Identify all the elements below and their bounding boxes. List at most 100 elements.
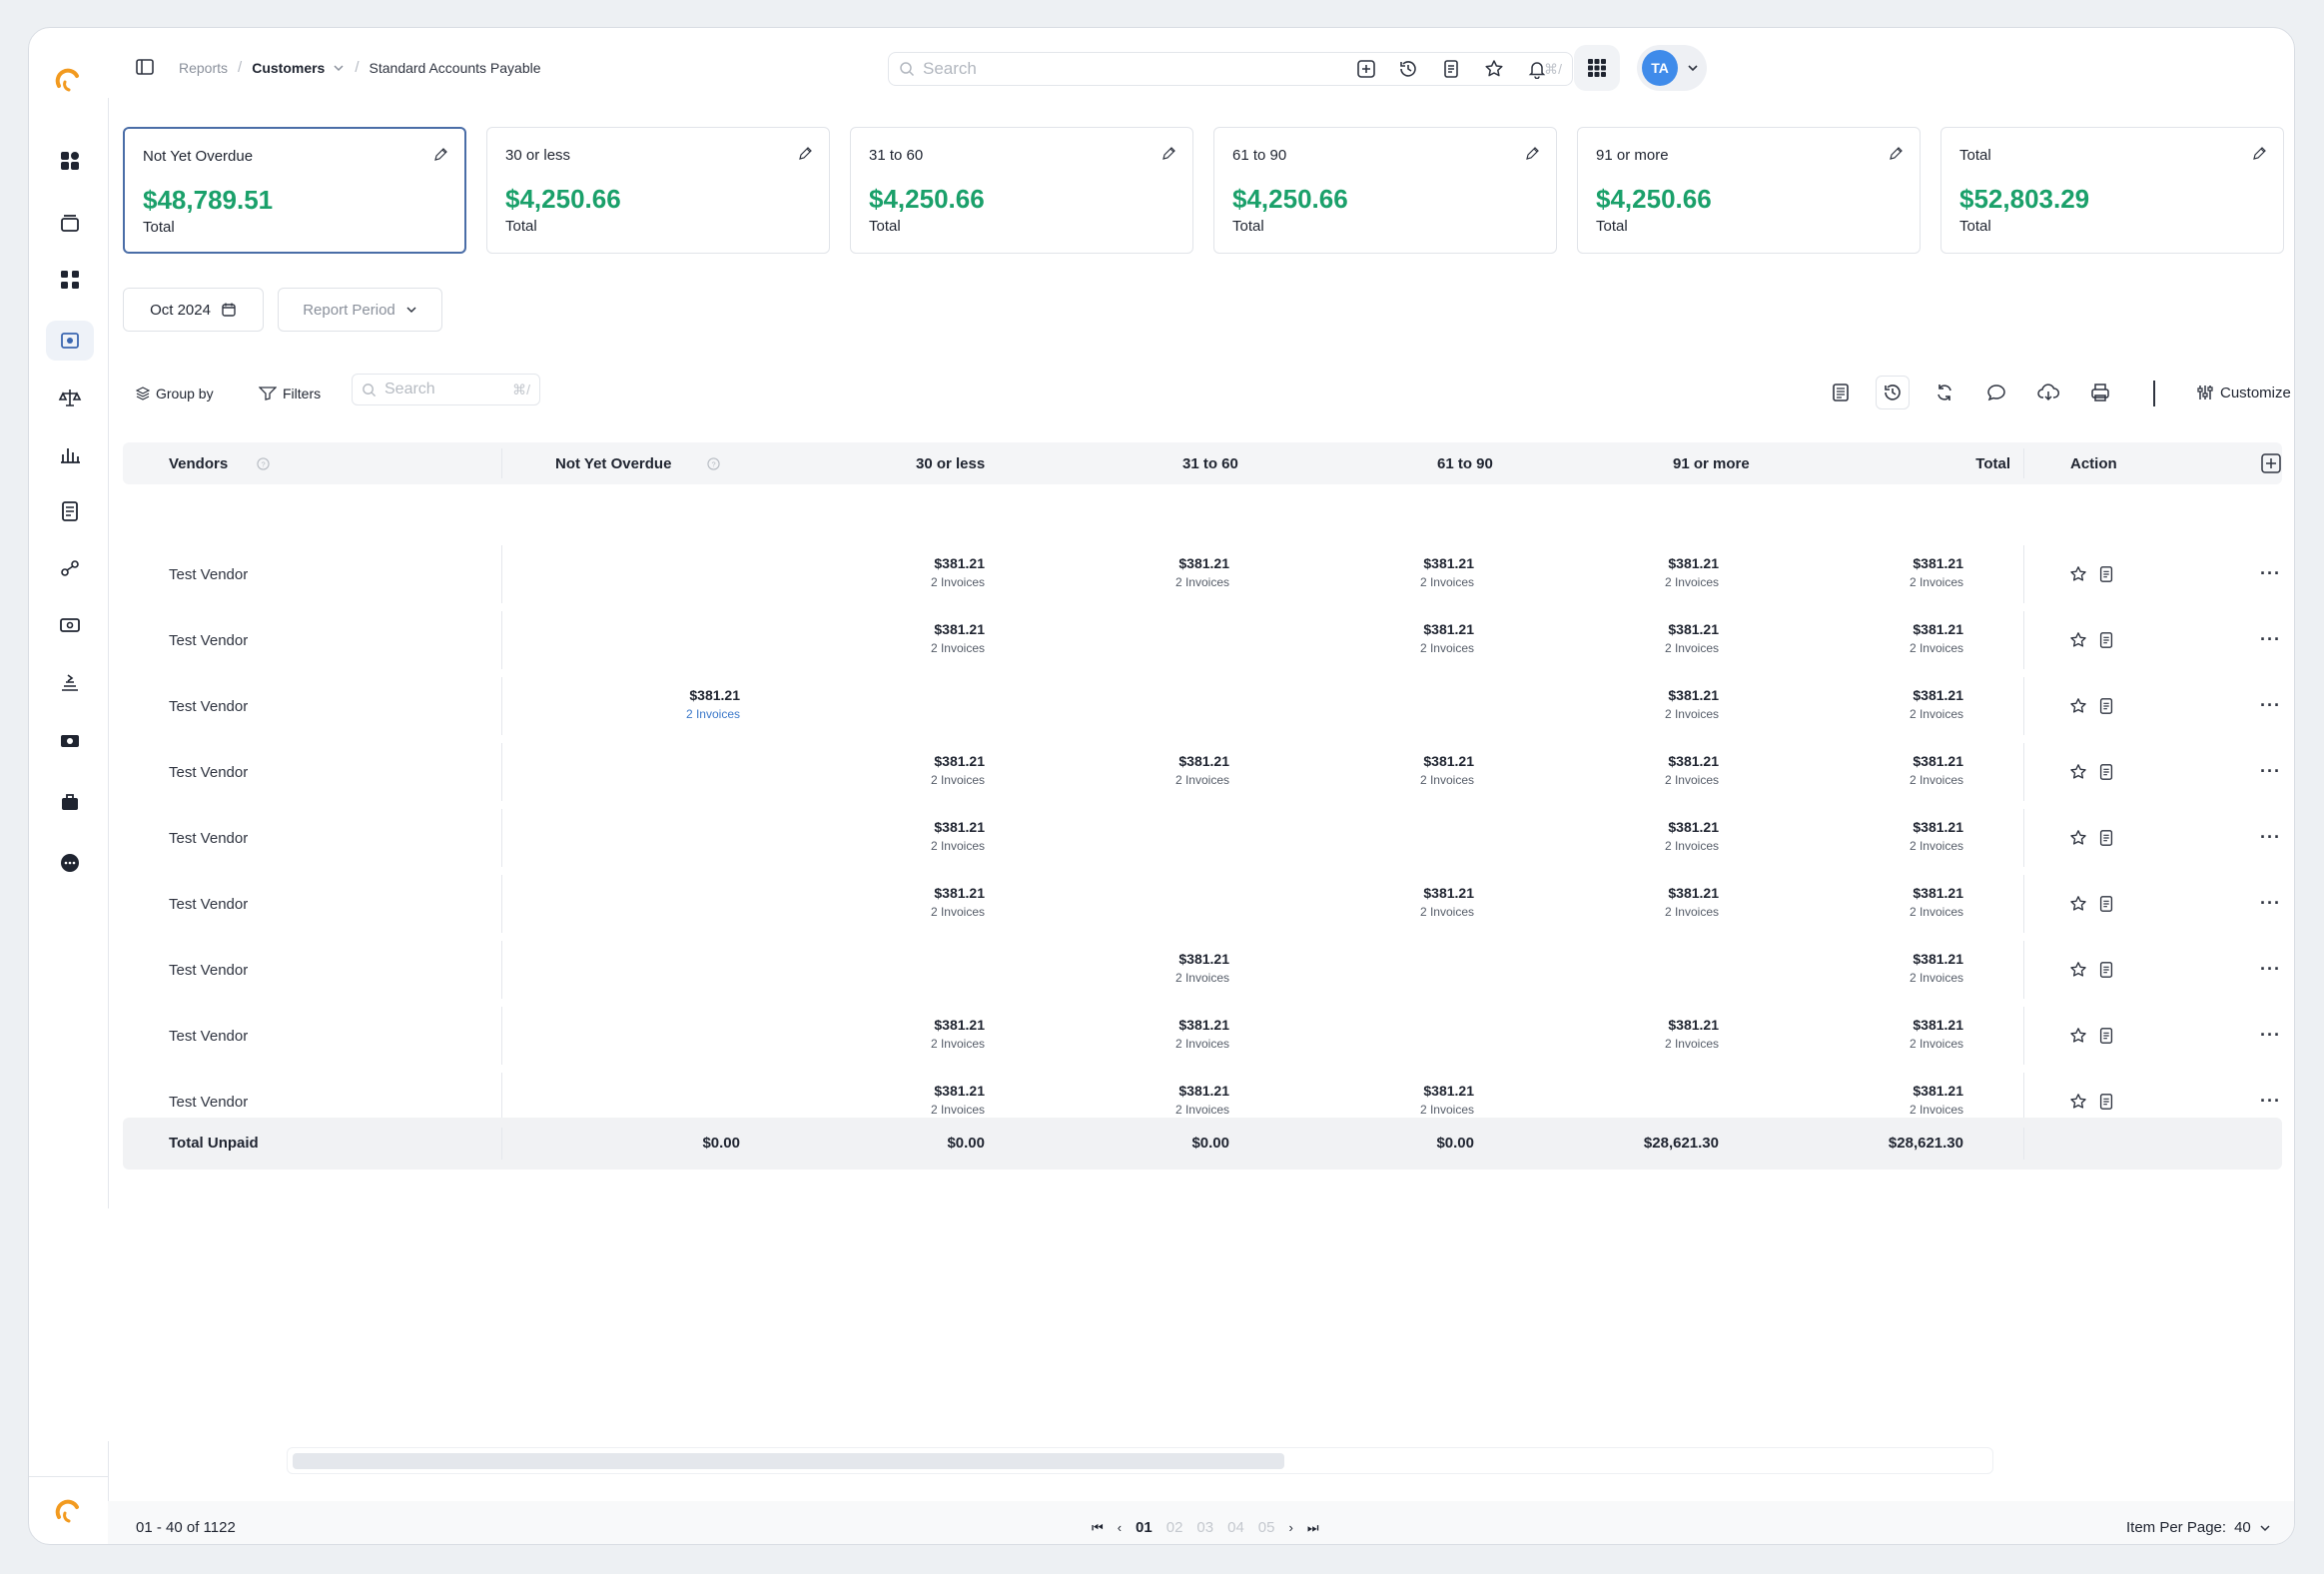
- col-vendors[interactable]: Vendors: [169, 455, 228, 472]
- sidebar-toggle-icon[interactable]: [136, 59, 154, 75]
- document-icon[interactable]: [2097, 1093, 2115, 1111]
- vendor-name[interactable]: Test Vendor: [169, 1028, 248, 1045]
- vendor-name[interactable]: Test Vendor: [169, 1094, 248, 1111]
- document-icon[interactable]: [2097, 895, 2115, 913]
- global-search-input[interactable]: Search ⌘/: [888, 52, 1573, 86]
- summary-card-total[interactable]: Total $52,803.29 Total: [1940, 127, 2284, 254]
- aging-cell[interactable]: $381.21 2 Invoices: [1420, 885, 1474, 919]
- document-icon[interactable]: [1438, 56, 1464, 82]
- document-icon[interactable]: [2097, 1027, 2115, 1045]
- help-icon[interactable]: ?: [707, 457, 720, 470]
- aging-cell[interactable]: $381.21 2 Invoices: [1665, 885, 1719, 919]
- pencil-icon[interactable]: [1524, 146, 1540, 162]
- last-page-icon[interactable]: ⏭: [1307, 1520, 1319, 1536]
- comment-icon[interactable]: [1979, 376, 2013, 409]
- payments-icon[interactable]: [46, 605, 94, 645]
- document-icon[interactable]: [2097, 697, 2115, 715]
- chevron-down-icon[interactable]: [333, 64, 345, 72]
- table-row[interactable]: Test Vendor $381.21 2 Invoices $381.21 2 Inv…: [123, 937, 2282, 1003]
- star-icon[interactable]: [2069, 565, 2087, 583]
- workflow-icon[interactable]: [46, 548, 94, 588]
- pencil-icon[interactable]: [1161, 146, 1176, 162]
- aging-cell[interactable]: $381.21 2 Invoices: [1175, 1083, 1229, 1117]
- pencil-icon[interactable]: [1888, 146, 1904, 162]
- table-row[interactable]: Test Vendor $381.21 2 Invoices $381.21 2 Inv…: [123, 673, 2282, 739]
- refresh-icon[interactable]: [1928, 376, 1961, 409]
- col-61-to-90[interactable]: 61 to 90: [1437, 455, 1493, 472]
- more-actions-icon[interactable]: ···: [2260, 629, 2281, 650]
- breadcrumb-reports[interactable]: Reports: [179, 60, 228, 76]
- star-icon[interactable]: [2069, 1093, 2087, 1111]
- app-logo-bottom[interactable]: [55, 1499, 83, 1527]
- aging-cell[interactable]: $381.21 2 Invoices: [1665, 621, 1719, 655]
- page-05[interactable]: 05: [1258, 1519, 1275, 1536]
- ledger-icon[interactable]: [46, 491, 94, 531]
- aging-cell[interactable]: $381.21 2 Invoices: [1665, 753, 1719, 787]
- apps-grid-icon[interactable]: [46, 260, 94, 300]
- aging-cell[interactable]: $381.21 2 Invoices: [1665, 555, 1719, 589]
- dashboard-icon[interactable]: [46, 141, 94, 181]
- aging-cell[interactable]: $381.21 2 Invoices: [686, 687, 740, 721]
- star-icon[interactable]: [2069, 829, 2087, 847]
- scrollbar-thumb[interactable]: [293, 1453, 1284, 1469]
- star-icon[interactable]: [2069, 763, 2087, 781]
- table-row[interactable]: Test Vendor $381.21 2 Invoices $381.21 2 Inv…: [123, 607, 2282, 673]
- document-icon[interactable]: [2097, 565, 2115, 583]
- report-period-select[interactable]: Report Period: [278, 288, 442, 332]
- pencil-icon[interactable]: [797, 146, 813, 162]
- summary-card-not-yet-overdue[interactable]: Not Yet Overdue $48,789.51 Total: [123, 127, 466, 254]
- col-91-or-more[interactable]: 91 or more: [1673, 455, 1750, 472]
- payroll-icon[interactable]: [46, 662, 94, 702]
- breadcrumb-customers[interactable]: Customers: [252, 60, 325, 76]
- table-row[interactable]: Test Vendor $381.21 2 Invoices $381.21 2 Inv…: [123, 739, 2282, 805]
- aging-cell[interactable]: $381.21 2 Invoices: [1420, 621, 1474, 655]
- report-view-icon[interactable]: [1824, 376, 1858, 409]
- pencil-icon[interactable]: [432, 147, 448, 163]
- cloud-download-icon[interactable]: [2031, 376, 2065, 409]
- date-picker[interactable]: Oct 2024: [123, 288, 264, 332]
- customize-button[interactable]: Customize: [2196, 384, 2291, 401]
- page-04[interactable]: 04: [1227, 1519, 1244, 1536]
- more-actions-icon[interactable]: ···: [2260, 563, 2281, 584]
- aging-cell[interactable]: $381.21 2 Invoices: [1910, 1083, 1963, 1117]
- first-page-icon[interactable]: ⏮: [1092, 1520, 1104, 1536]
- document-icon[interactable]: [2097, 829, 2115, 847]
- items-per-page[interactable]: Item Per Page: 40: [2126, 1519, 2271, 1536]
- col-30-or-less[interactable]: 30 or less: [916, 455, 985, 472]
- aging-cell[interactable]: $381.21 2 Invoices: [931, 885, 985, 919]
- bar-chart-icon[interactable]: [46, 434, 94, 474]
- more-actions-icon[interactable]: ···: [2260, 761, 2281, 782]
- table-row[interactable]: Test Vendor $381.21 2 Invoices $381.21 2 Inv…: [123, 1003, 2282, 1069]
- prev-page-icon[interactable]: ‹: [1118, 1520, 1122, 1535]
- aging-cell[interactable]: $381.21 2 Invoices: [931, 819, 985, 853]
- aging-cell[interactable]: $381.21 2 Invoices: [1910, 951, 1963, 985]
- vendor-name[interactable]: Test Vendor: [169, 698, 248, 715]
- pencil-icon[interactable]: [2251, 146, 2267, 162]
- user-menu[interactable]: TA: [1637, 45, 1707, 91]
- summary-card-61-to-90[interactable]: 61 to 90 $4,250.66 Total: [1213, 127, 1557, 254]
- more-actions-icon[interactable]: ···: [2260, 1025, 2281, 1046]
- more-actions-icon[interactable]: ···: [2260, 695, 2281, 716]
- vendor-name[interactable]: Test Vendor: [169, 764, 248, 781]
- star-icon[interactable]: [2069, 1027, 2087, 1045]
- table-row[interactable]: Test Vendor $381.21 2 Invoices $381.21 2 Inv…: [123, 541, 2282, 607]
- table-search-input[interactable]: Search ⌘/: [352, 374, 540, 405]
- page-01[interactable]: 01: [1136, 1519, 1153, 1536]
- table-row[interactable]: Test Vendor $381.21 2 Invoices $381.21 2 Inv…: [123, 805, 2282, 871]
- aging-cell[interactable]: $381.21 2 Invoices: [1665, 687, 1719, 721]
- add-column-icon[interactable]: [2261, 453, 2281, 473]
- document-icon[interactable]: [2097, 961, 2115, 979]
- star-icon[interactable]: [2069, 895, 2087, 913]
- history-icon[interactable]: [1876, 376, 1910, 409]
- aging-cell[interactable]: $381.21 2 Invoices: [1175, 753, 1229, 787]
- horizontal-scrollbar[interactable]: [287, 1447, 1993, 1474]
- aging-cell[interactable]: $381.21 2 Invoices: [1175, 951, 1229, 985]
- summary-card-30-or-less[interactable]: 30 or less $4,250.66 Total: [486, 127, 830, 254]
- filters-button[interactable]: Filters: [259, 386, 321, 401]
- aging-cell[interactable]: $381.21 2 Invoices: [1420, 753, 1474, 787]
- page-02[interactable]: 02: [1166, 1519, 1183, 1536]
- briefcase-icon[interactable]: [46, 782, 94, 822]
- document-icon[interactable]: [2097, 631, 2115, 649]
- more-options-icon[interactable]: [46, 843, 94, 883]
- group-by-button[interactable]: Group by: [136, 386, 214, 401]
